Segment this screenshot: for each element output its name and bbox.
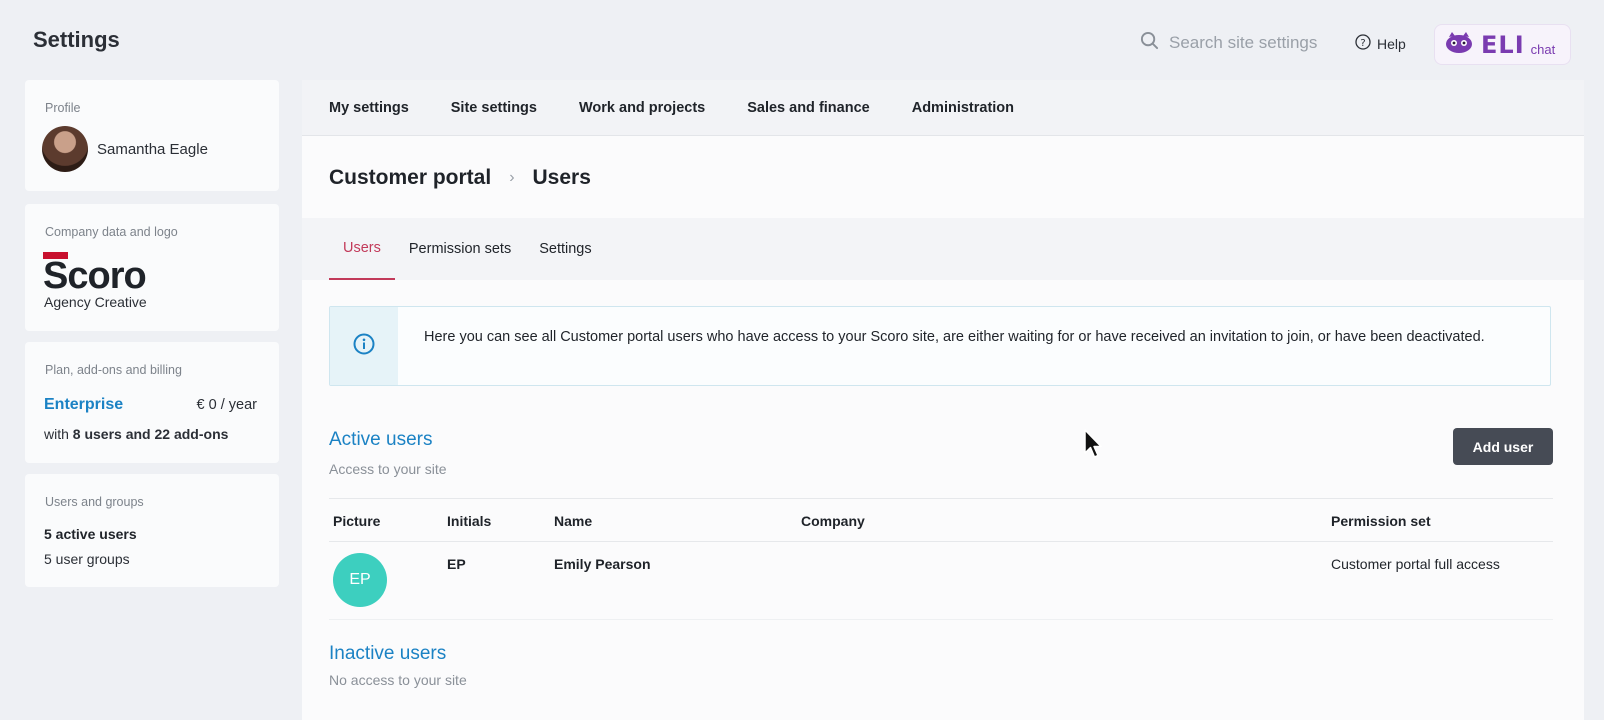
inactive-users-subtitle: No access to your site: [329, 672, 467, 688]
company-name: Agency Creative: [44, 294, 147, 310]
help-icon: ?: [1355, 34, 1371, 53]
info-banner: Here you can see all Customer portal use…: [329, 306, 1551, 386]
plan-card[interactable]: Plan, add-ons and billing Enterprise € 0…: [25, 342, 279, 463]
help-label: Help: [1377, 35, 1406, 52]
active-users-count[interactable]: 5 active users: [44, 526, 137, 542]
user-groups-count[interactable]: 5 user groups: [44, 551, 130, 567]
scoro-logo: Scoro: [43, 252, 165, 292]
company-card[interactable]: Company data and logo Scoro Agency Creat…: [25, 204, 279, 331]
svg-text:Scoro: Scoro: [43, 255, 146, 292]
info-icon-column: [330, 307, 398, 385]
cell-permission-set: Customer portal full access: [1331, 556, 1500, 572]
info-text: Here you can see all Customer portal use…: [424, 329, 1485, 345]
table-header: Picture Initials Name Company Permission…: [329, 498, 1553, 542]
settings-nav: My settings Site settings Work and proje…: [302, 80, 1584, 136]
inactive-users-title[interactable]: Inactive users: [329, 643, 446, 665]
search-icon: [1140, 31, 1159, 55]
user-avatar: EP: [333, 553, 387, 607]
cell-name: Emily Pearson: [554, 556, 651, 572]
eli-chat-label: chat: [1530, 42, 1556, 57]
chevron-right-icon: ›: [509, 169, 515, 186]
info-icon: [353, 333, 375, 360]
plan-price: € 0 / year: [196, 397, 257, 413]
plan-name-link[interactable]: Enterprise: [44, 396, 123, 414]
col-permission-set[interactable]: Permission set: [1331, 513, 1431, 529]
add-user-button[interactable]: Add user: [1453, 428, 1553, 465]
nav-work-and-projects[interactable]: Work and projects: [579, 100, 705, 116]
plan-details-counts: 8 users and 22 add-ons: [72, 426, 229, 442]
nav-sales-and-finance[interactable]: Sales and finance: [747, 100, 870, 116]
avatar: [42, 126, 88, 172]
top-bar: Settings ? Help ELI chat: [0, 0, 1604, 78]
eli-logo-text: ELI: [1481, 30, 1525, 59]
col-initials[interactable]: Initials: [447, 513, 491, 529]
active-users-table: Picture Initials Name Company Permission…: [329, 498, 1553, 620]
subtabs-bar: Users Permission sets Settings: [302, 218, 1584, 280]
eli-mascot-icon: [1443, 30, 1475, 59]
plan-details: with 8 users and 22 add-ons: [44, 426, 228, 442]
subtabs: Users Permission sets Settings: [329, 218, 606, 280]
col-picture[interactable]: Picture: [333, 513, 380, 529]
nav-site-settings[interactable]: Site settings: [451, 100, 537, 116]
col-company[interactable]: Company: [801, 513, 865, 529]
search-input[interactable]: [1169, 33, 1319, 53]
nav-administration[interactable]: Administration: [912, 100, 1014, 116]
nav-my-settings[interactable]: My settings: [329, 100, 409, 116]
eli-chat-button[interactable]: ELI chat: [1434, 24, 1571, 65]
tab-permission-sets[interactable]: Permission sets: [395, 218, 525, 280]
plan-details-prefix: with: [44, 426, 73, 442]
tab-users[interactable]: Users: [329, 218, 395, 280]
help-button[interactable]: ? Help: [1355, 34, 1406, 53]
users-groups-card[interactable]: Users and groups 5 active users 5 user g…: [25, 474, 279, 587]
company-label: Company data and logo: [45, 225, 178, 239]
profile-card[interactable]: Profile Samantha Eagle: [25, 80, 279, 191]
profile-name: Samantha Eagle: [97, 141, 208, 158]
users-groups-label: Users and groups: [45, 495, 144, 509]
breadcrumb-parent[interactable]: Customer portal: [329, 166, 491, 190]
active-users-title[interactable]: Active users: [329, 429, 432, 451]
col-name[interactable]: Name: [554, 513, 592, 529]
svg-text:?: ?: [1360, 38, 1365, 49]
table-row[interactable]: EP EP Emily Pearson Customer portal full…: [329, 542, 1553, 620]
tab-settings[interactable]: Settings: [525, 218, 605, 280]
breadcrumb: Customer portal › Users: [329, 166, 591, 190]
cell-initials: EP: [447, 556, 466, 572]
plan-label: Plan, add-ons and billing: [45, 363, 182, 377]
profile-label: Profile: [45, 101, 81, 115]
breadcrumb-current: Users: [532, 166, 591, 189]
main-panel: My settings Site settings Work and proje…: [302, 80, 1584, 720]
search-box[interactable]: [1140, 31, 1319, 55]
mouse-cursor-icon: [1084, 429, 1102, 458]
active-users-subtitle: Access to your site: [329, 461, 447, 477]
page-title: Settings: [33, 27, 120, 52]
